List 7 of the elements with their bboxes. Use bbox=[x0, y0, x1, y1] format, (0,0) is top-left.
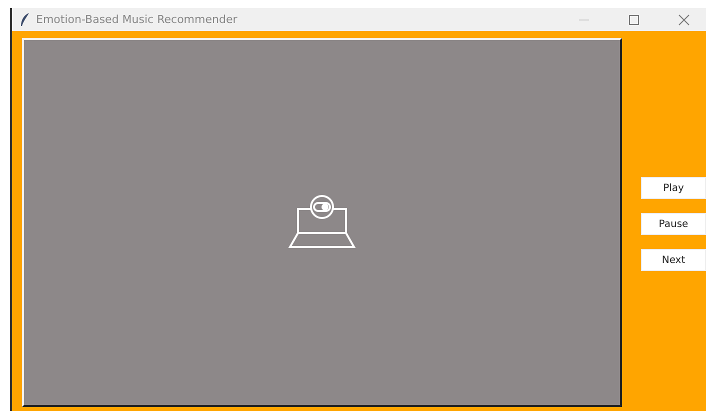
control-button[interactable]: Play bbox=[641, 177, 706, 199]
control-button[interactable]: Next bbox=[641, 249, 706, 271]
feather-icon bbox=[20, 12, 30, 26]
window-title: Emotion-Based Music Recommender bbox=[36, 13, 238, 26]
maximize-icon[interactable] bbox=[628, 14, 640, 26]
control-button[interactable]: Pause bbox=[641, 213, 706, 235]
close-icon[interactable] bbox=[678, 14, 690, 26]
